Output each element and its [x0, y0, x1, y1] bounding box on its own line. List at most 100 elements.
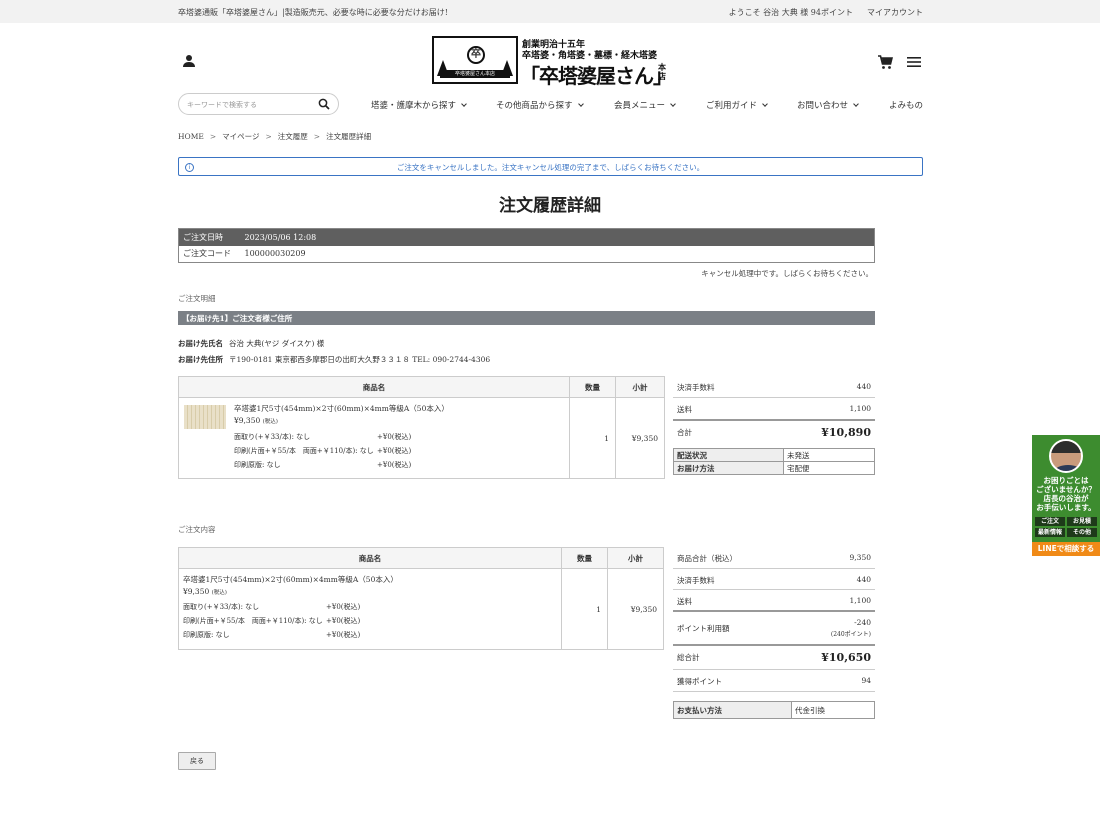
- recipient-address-value: 〒190-0181 東京都西多摩郡日の出町大久野３３１８ TEL: 090-27…: [229, 355, 491, 364]
- delivery-method-label: お届け方法: [673, 461, 784, 475]
- contents-section-title: ご注文内容: [178, 525, 216, 534]
- payment-method-label: お支払い方法: [673, 701, 792, 719]
- option-value: +¥0(税込): [326, 617, 361, 625]
- manager-avatar: [1049, 439, 1083, 473]
- nav-label: 塔婆・護摩木から探す: [371, 101, 457, 111]
- cart-icon[interactable]: [877, 54, 893, 70]
- col-subtotal: 小計: [615, 376, 665, 398]
- recipient-name-label: お届け先氏名: [178, 339, 223, 348]
- recipient-name: お届け先氏名 谷治 大典(ヤジ ダイスケ) 様: [178, 338, 324, 349]
- delivery-method-value: 宅配便: [783, 461, 875, 475]
- col-product: 商品名: [178, 376, 570, 398]
- widget-message-text: お困りごとは ございませんか？ 店長の谷治が お手伝いします。: [1036, 476, 1096, 512]
- breadcrumb-order-history[interactable]: 注文履歴: [278, 132, 308, 141]
- product-thumbnail[interactable]: [184, 405, 226, 429]
- chevron-down-icon: [461, 101, 467, 107]
- product-price: ¥9,350 (税込): [234, 416, 278, 425]
- nav-member-menu[interactable]: 会員メニュー: [614, 99, 676, 111]
- search-input[interactable]: [187, 98, 313, 111]
- breadcrumb-home[interactable]: HOME: [178, 132, 204, 141]
- logo-seal-char: 卒: [467, 46, 485, 64]
- option-label: 印刷(片面+￥55/本 両面+￥110/本): なし: [183, 617, 323, 625]
- nav-label: その他商品から探す: [496, 101, 573, 111]
- logo-seal: 卒 卒塔婆屋さん本店: [432, 36, 518, 84]
- cancel-notice-text: ご注文をキャンセルしました。注文キャンセル処理の完了まで、しばらくお待ちください…: [396, 163, 705, 172]
- nav-other-products[interactable]: その他商品から探す: [496, 99, 584, 111]
- user-icon[interactable]: [182, 54, 196, 68]
- account-links: ようこそ 谷治 大典 様 94ポイント マイアカウント: [715, 7, 923, 18]
- my-account-link[interactable]: マイアカウント: [867, 8, 923, 17]
- nav-readings[interactable]: よみもの: [889, 99, 923, 111]
- cancel-status-message: キャンセル処理中です。しばらくお待ちください。: [701, 269, 873, 278]
- delivery-status-value: 未発送: [783, 448, 875, 462]
- page-title: 注文履歴詳細: [499, 196, 601, 216]
- breadcrumb-current: 注文履歴詳細: [326, 132, 372, 141]
- col-subtotal: 小計: [607, 547, 664, 569]
- shipment-section-title: ご注文明細: [178, 294, 216, 303]
- delivery-info-table: 配送状況 未発送 お届け方法 宅配便: [673, 448, 875, 475]
- product-name[interactable]: 卒塔婆1尺5寸(454mm)×2寸(60mm)×4mm等級A（50本入）: [234, 403, 449, 414]
- widget-chip: 最新情報: [1035, 528, 1065, 537]
- summary-total: 合計 ¥10,890: [677, 426, 871, 439]
- summary-grand-total: 総合計 ¥10,650: [673, 646, 875, 670]
- payment-table: お支払い方法 代金引換: [673, 701, 875, 719]
- order-items-table: 商品名 数量 小計 卒塔婆1尺5寸(454mm)×2寸(60mm)×4mm等級A…: [178, 547, 664, 650]
- logo-name: 「卒塔婆屋さん」: [520, 64, 673, 88]
- line-consult-widget[interactable]: お困りごとは ございませんか？ 店長の谷治が お手伝いします。 ご注文 お見積 …: [1032, 435, 1100, 556]
- recipient-address: お届け先住所 〒190-0181 東京都西多摩郡日の出町大久野３３１８ TEL: …: [178, 354, 490, 365]
- col-qty: 数量: [561, 547, 608, 569]
- welcome-text: ようこそ 谷治 大典 様 94ポイント: [728, 8, 853, 17]
- shipment-bar: 【お届け先1】ご注文者様ご住所: [178, 311, 875, 325]
- breadcrumb-mypage[interactable]: マイページ: [222, 132, 259, 141]
- product-name[interactable]: 卒塔婆1尺5寸(454mm)×2寸(60mm)×4mm等級A（50本入）: [183, 574, 398, 585]
- option-label: 印刷原版: なし: [234, 461, 281, 469]
- site-tagline: 卒塔婆通販「卒塔婆屋さん」|製造販売元、必要な時に必要な分だけお届け!: [178, 8, 448, 17]
- order-code-value: 100000030209: [244, 249, 306, 259]
- product-qty: 1: [561, 568, 608, 650]
- shipment-items-table: 商品名 数量 小計 卒塔婆1尺5寸(454mm)×2寸(60mm)×4mm等級A…: [178, 376, 665, 479]
- summary-shipping: 送料 1,100: [673, 398, 875, 421]
- col-product: 商品名: [178, 547, 562, 569]
- nav-contact[interactable]: お問い合わせ: [797, 99, 859, 111]
- summary-points-used: ポイント利用額 -240 (240ポイント): [673, 612, 875, 646]
- summary-earned-points: 獲得ポイント 94: [673, 670, 875, 692]
- hamburger-menu-icon[interactable]: [906, 55, 922, 69]
- product-cell: 卒塔婆1尺5寸(454mm)×2寸(60mm)×4mm等級A（50本入） ¥9,…: [178, 568, 562, 650]
- widget-chip: お見積: [1067, 517, 1097, 526]
- search-icon[interactable]: [318, 98, 330, 110]
- back-button[interactable]: 戻る: [178, 752, 216, 770]
- nav-label: お問い合わせ: [797, 101, 849, 111]
- option-label: 面取り(+￥33/本): なし: [183, 603, 260, 611]
- chevron-down-icon: [762, 101, 768, 107]
- table-row: 卒塔婆1尺5寸(454mm)×2寸(60mm)×4mm等級A（50本入） ¥9,…: [178, 568, 664, 650]
- delivery-status-label: 配送状況: [673, 448, 784, 462]
- widget-chip: ご注文: [1035, 517, 1065, 526]
- summary-items-total: 商品合計（税込） 9,350: [673, 547, 875, 569]
- order-date-label: ご注文日時: [178, 228, 241, 246]
- product-price: ¥9,350 (税込): [183, 587, 227, 596]
- nav-label: ご利用ガイド: [706, 101, 758, 111]
- logo-suffix: 本店: [658, 62, 666, 81]
- option-label: 面取り(+￥33/本): なし: [234, 433, 311, 441]
- top-bar: 卒塔婆通販「卒塔婆屋さん」|製造販売元、必要な時に必要な分だけお届け! ようこそ…: [0, 0, 1100, 23]
- line-consult-button[interactable]: LINEで相談する: [1032, 542, 1100, 556]
- order-date-value: 2023/05/06 12:08: [240, 228, 875, 246]
- logo-seal-band: 卒塔婆屋さん本店: [440, 70, 510, 78]
- nav-stupa[interactable]: 塔婆・護摩木から探す: [371, 99, 467, 111]
- order-info-table: ご注文日時 2023/05/06 12:08 ご注文コード 100000030209: [178, 228, 875, 263]
- recipient-address-label: お届け先住所: [178, 355, 223, 364]
- site-logo[interactable]: 卒 卒塔婆屋さん本店 創業明治十五年 卒塔婆・角塔婆・墓標・経木塔婆 「卒塔婆屋…: [432, 36, 673, 88]
- option-value: +¥0(税込): [377, 433, 412, 441]
- recipient-name-value: 谷治 大典(ヤジ ダイスケ) 様: [229, 339, 325, 348]
- chevron-down-icon: [577, 101, 584, 107]
- nav-guide[interactable]: ご利用ガイド: [706, 99, 768, 111]
- option-value: +¥0(税込): [326, 603, 361, 611]
- chevron-down-icon: [670, 101, 676, 107]
- widget-message: お困りごとは ございませんか？ 店長の谷治が お手伝いします。: [1032, 476, 1100, 512]
- payment-method-value: 代金引換: [791, 701, 875, 719]
- order-code-label: ご注文コード: [183, 249, 231, 259]
- widget-chip: その他: [1067, 528, 1097, 537]
- product-cell: 卒塔婆1尺5寸(454mm)×2寸(60mm)×4mm等級A（50本入） ¥9,…: [178, 397, 570, 479]
- product-subtotal: ¥9,350: [607, 568, 664, 650]
- search-box: [178, 93, 339, 115]
